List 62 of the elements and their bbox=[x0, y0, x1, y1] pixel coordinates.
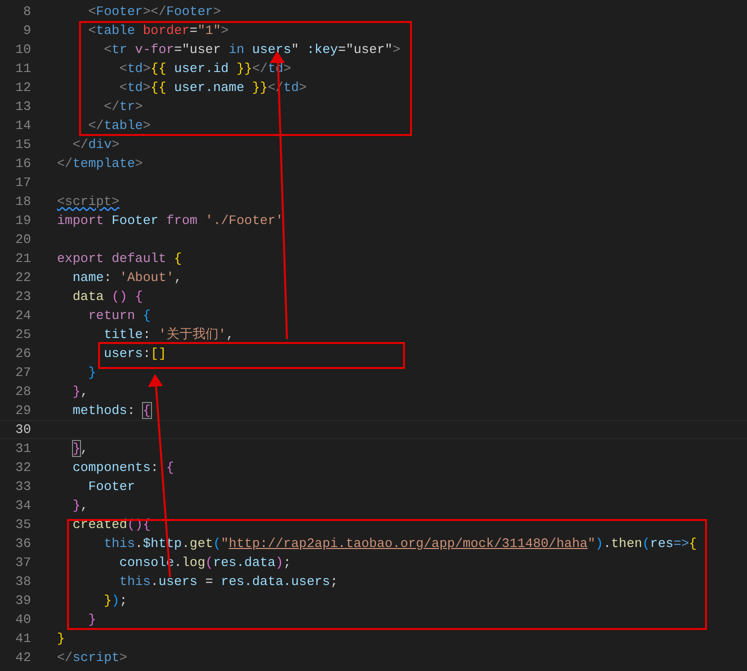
line-number: 9 bbox=[22, 22, 31, 40]
line-number: 15 bbox=[14, 136, 31, 154]
line-number: 22 bbox=[14, 269, 31, 287]
line-number: 13 bbox=[14, 98, 31, 116]
line-number: 17 bbox=[14, 174, 31, 192]
code-line: this.users = res.data.users; bbox=[118, 573, 338, 590]
code-line: }); bbox=[102, 592, 128, 609]
line-number: 16 bbox=[14, 155, 31, 173]
code-line: </tr> bbox=[102, 98, 143, 115]
code-line: import Footer from './Footer' bbox=[57, 212, 284, 229]
line-number: 11 bbox=[14, 60, 31, 78]
line-number: 24 bbox=[14, 307, 31, 325]
line-number: 42 bbox=[14, 649, 31, 667]
line-number: 25 bbox=[14, 326, 31, 344]
line-number: 35 bbox=[14, 516, 31, 534]
line-number: 21 bbox=[14, 250, 31, 268]
line-number: 27 bbox=[14, 364, 31, 382]
code-line: } bbox=[57, 630, 65, 647]
line-number: 26 bbox=[14, 345, 31, 363]
code-line: <table border="1"> bbox=[87, 22, 229, 39]
code-line: title: '关于我们', bbox=[102, 326, 234, 343]
line-number: 29 bbox=[14, 402, 31, 420]
line-number: 32 bbox=[14, 459, 31, 477]
line-number: 31 bbox=[14, 440, 31, 458]
code-line: }, bbox=[72, 497, 88, 514]
line-number: 39 bbox=[14, 592, 31, 610]
line-number: 33 bbox=[14, 478, 31, 496]
code-line: export default { bbox=[57, 250, 182, 267]
line-number: 30 bbox=[14, 421, 31, 439]
code-line: return { bbox=[87, 307, 151, 324]
line-number: 12 bbox=[14, 79, 31, 97]
code-line: }, bbox=[72, 383, 88, 400]
line-number: 40 bbox=[14, 611, 31, 629]
line-number: 38 bbox=[14, 573, 31, 591]
code-line: components: { bbox=[72, 459, 174, 476]
code-line: }, bbox=[72, 440, 88, 457]
code-line: </template> bbox=[57, 155, 143, 172]
code-line: } bbox=[87, 611, 96, 628]
line-number: 19 bbox=[14, 212, 31, 230]
line-number: 14 bbox=[14, 117, 31, 135]
code-line: data () { bbox=[72, 288, 143, 305]
line-number: 18 bbox=[14, 193, 31, 211]
code-line: </table> bbox=[87, 117, 151, 134]
line-number: 20 bbox=[14, 231, 31, 249]
code-line: methods: { bbox=[72, 402, 151, 419]
code-line: </script> bbox=[57, 649, 128, 666]
code-line: name: 'About', bbox=[72, 269, 182, 286]
line-number: 28 bbox=[14, 383, 31, 401]
code-line: <Footer></Footer> bbox=[87, 3, 221, 20]
line-number: 8 bbox=[22, 3, 31, 21]
line-number: 23 bbox=[14, 288, 31, 306]
code-line: } bbox=[87, 364, 96, 381]
line-number: 41 bbox=[14, 630, 31, 648]
code-line: Footer bbox=[87, 478, 136, 495]
code-line: <script> bbox=[57, 193, 120, 210]
code-line: </div> bbox=[72, 136, 120, 153]
line-number: 10 bbox=[14, 41, 31, 59]
code-line: <tr v-for="user in users" :key="user"> bbox=[102, 41, 400, 58]
line-number: 37 bbox=[14, 554, 31, 572]
line-number: 34 bbox=[14, 497, 31, 515]
code-line: users:[] bbox=[102, 345, 166, 362]
line-number: 36 bbox=[14, 535, 31, 553]
